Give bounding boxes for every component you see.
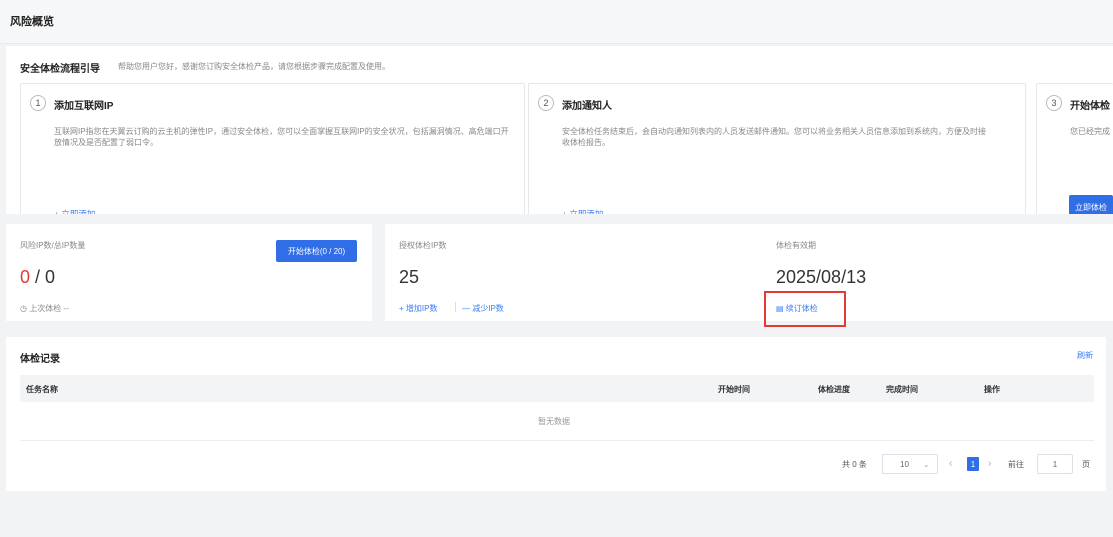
page-size-select[interactable]: 10 ⌄ <box>882 454 938 474</box>
col-finish-time: 完成时间 <box>886 385 918 394</box>
page-suffix: 页 <box>1082 460 1090 469</box>
risk-ip-number: 0 <box>20 267 31 287</box>
page-size-value: 10 <box>900 459 909 469</box>
pagination: 共 0 条 10 ⌄ ‹ 1 › 前往 1 页 <box>6 454 1106 474</box>
last-check-text: 上次体检 -- <box>29 304 69 313</box>
empty-row: 暂无数据 <box>20 402 1094 441</box>
risk-ip-count-title: 风险IP数/总IP数量 <box>20 241 86 250</box>
records-section: 体检记录 刷新 任务名称 开始时间 体检进度 完成时间 操作 暂无数据 共 0 … <box>6 337 1106 491</box>
goto-page-input[interactable]: 1 <box>1037 454 1073 474</box>
refresh-link[interactable]: 刷新 <box>1077 350 1093 361</box>
next-page-icon[interactable]: › <box>988 458 991 469</box>
link-divider <box>455 302 456 312</box>
records-title: 体检记录 <box>20 354 60 365</box>
empty-text: 暂无数据 <box>538 417 570 426</box>
validity-date: 2025/08/13 <box>776 267 867 287</box>
clock-icon: ◷ <box>20 304 30 313</box>
current-page[interactable]: 1 <box>967 457 979 471</box>
auth-ip-count-value: 25 <box>399 267 420 287</box>
stats-section: 风险IP数/总IP数量 0 / 0 ◷ 上次体检 -- 开始体检(0 / 20)… <box>0 214 1113 330</box>
total-ip-number: / 0 <box>30 267 56 287</box>
start-check-button-true[interactable]: 开始体检(0 / 20) <box>276 240 357 262</box>
last-check: ◷ 上次体检 -- <box>20 303 69 314</box>
col-task-name: 任务名称 <box>26 385 58 394</box>
risk-ip-card-true: 风险IP数/总IP数量 0 / 0 ◷ 上次体检 -- 开始体检(0 / 20) <box>6 224 372 321</box>
highlight-box <box>764 291 846 327</box>
increase-ip-link[interactable]: + 增加IP数 <box>399 303 437 314</box>
prev-page-icon[interactable]: ‹ <box>949 458 952 469</box>
validity-title: 体检有效期 <box>776 241 816 250</box>
goto-label: 前往 <box>1008 460 1024 469</box>
decrease-ip-link[interactable]: — 减少IP数 <box>462 303 504 314</box>
chevron-down-icon: ⌄ <box>922 459 930 469</box>
auth-validity-card-true: 授权体检IP数 25 + 增加IP数 — 减少IP数 体检有效期 2025/08… <box>385 224 1113 327</box>
auth-ip-count-title: 授权体检IP数 <box>399 241 447 250</box>
table-header: 任务名称 开始时间 体检进度 完成时间 操作 <box>20 375 1094 402</box>
risk-ip-count-value: 0 / 0 <box>20 267 55 288</box>
col-progress: 体检进度 <box>818 385 850 394</box>
col-start-time: 开始时间 <box>718 385 750 394</box>
col-actions: 操作 <box>984 385 1000 394</box>
total-count: 共 0 条 <box>842 460 867 469</box>
